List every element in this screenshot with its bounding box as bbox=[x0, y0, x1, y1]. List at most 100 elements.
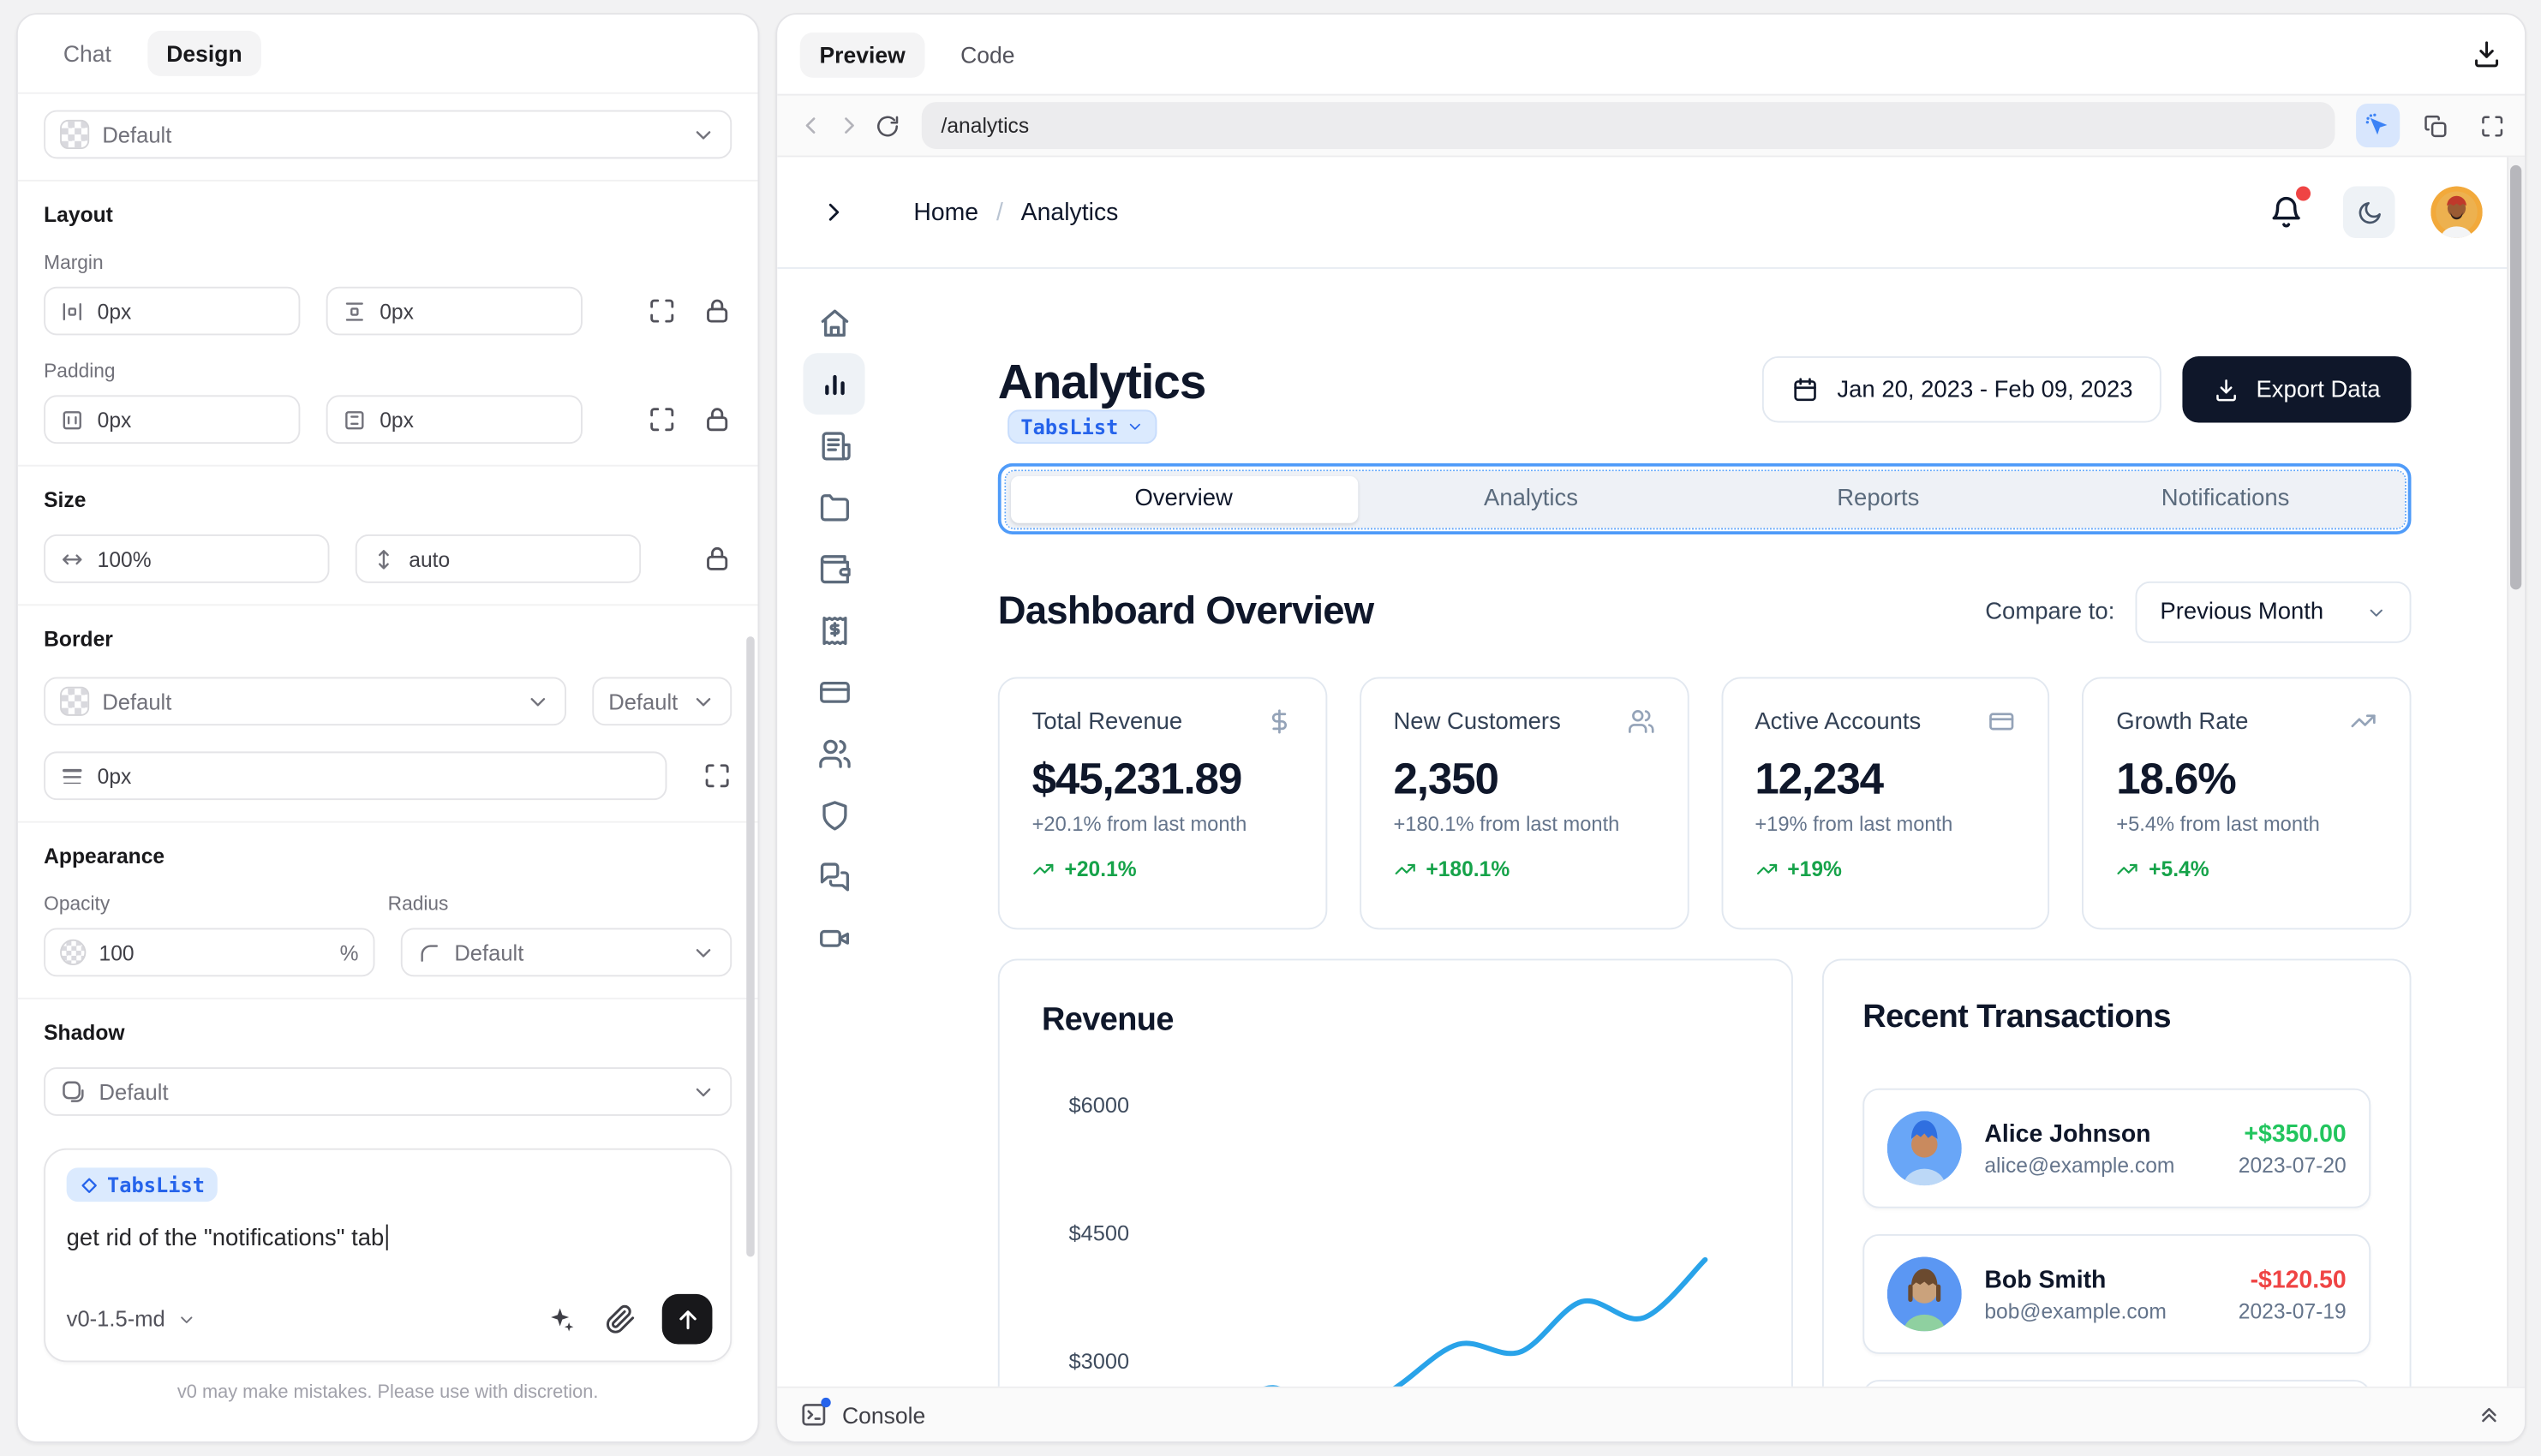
padding-label: Padding bbox=[44, 360, 732, 382]
selected-element-chip[interactable]: TabsList bbox=[67, 1167, 218, 1202]
shadow-select[interactable]: Default bbox=[44, 1067, 732, 1116]
wallet-icon bbox=[817, 552, 852, 586]
video-icon bbox=[817, 921, 852, 955]
dark-mode-toggle[interactable] bbox=[2343, 186, 2395, 238]
tab-code[interactable]: Code bbox=[941, 32, 1034, 77]
model-select[interactable]: v0-1.5-md bbox=[67, 1307, 196, 1331]
tab-preview[interactable]: Preview bbox=[800, 32, 925, 77]
sidebar-item-newspaper[interactable] bbox=[804, 415, 865, 476]
refresh-button[interactable] bbox=[875, 112, 900, 138]
opacity-input[interactable]: 100 % bbox=[44, 928, 374, 977]
attach-file-button[interactable] bbox=[605, 1304, 636, 1334]
sidebar-item-messages[interactable] bbox=[804, 845, 865, 907]
preview-scrollbar-track[interactable] bbox=[2507, 157, 2525, 1386]
metric-card: Total Revenue$45,231.89+20.1% from last … bbox=[998, 677, 1327, 929]
console-activity-dot bbox=[821, 1398, 830, 1407]
date-range-picker[interactable]: Jan 20, 2023 - Feb 09, 2023 bbox=[1762, 356, 2161, 423]
expand-margin-button[interactable] bbox=[648, 296, 677, 325]
lock-padding-button[interactable] bbox=[703, 405, 732, 434]
forward-button[interactable] bbox=[835, 111, 863, 139]
tab-overview[interactable]: Overview bbox=[1010, 475, 1357, 522]
duplicate-button[interactable] bbox=[2423, 112, 2448, 138]
export-data-button[interactable]: Export Data bbox=[2183, 356, 2411, 423]
tab-chat[interactable]: Chat bbox=[44, 31, 130, 76]
padding-x-input[interactable]: 0px bbox=[44, 395, 300, 444]
url-bar[interactable]: /analytics bbox=[922, 102, 2335, 149]
console-bar[interactable]: Console bbox=[777, 1387, 2525, 1441]
fullscreen-button[interactable] bbox=[2479, 112, 2505, 138]
enhance-prompt-button[interactable] bbox=[545, 1304, 576, 1334]
transaction-item[interactable]: Bob Smithbob@example.com-$120.502023-07-… bbox=[1862, 1234, 2371, 1354]
sidebar-item-wallet[interactable] bbox=[804, 538, 865, 600]
transaction-item-partial[interactable] bbox=[1862, 1380, 2371, 1387]
style-preset-select[interactable]: Default bbox=[44, 110, 732, 159]
expand-border-button[interactable] bbox=[703, 761, 732, 791]
chevron-down-icon bbox=[2365, 602, 2387, 624]
v0-workspace: Chat Design Default Layout Margin 0px 0p… bbox=[0, 0, 2541, 1456]
download-project-button[interactable] bbox=[2472, 39, 2502, 69]
sidebar-item-bar-chart[interactable] bbox=[804, 353, 865, 415]
padding-horizontal-icon bbox=[60, 408, 84, 432]
panel-scrollbar[interactable] bbox=[746, 636, 754, 1256]
transaction-item[interactable]: Alice Johnsonalice@example.com+$350.0020… bbox=[1862, 1089, 2371, 1208]
sidebar-item-home[interactable] bbox=[804, 291, 865, 353]
tab-reports[interactable]: Reports bbox=[1705, 475, 2052, 522]
section-title: Dashboard Overview bbox=[998, 589, 1374, 635]
cursor-select-icon bbox=[2365, 113, 2389, 137]
metric-value: 2,350 bbox=[1393, 755, 1653, 805]
margin-x-input[interactable]: 0px bbox=[44, 287, 300, 336]
inspect-mode-button[interactable] bbox=[2356, 104, 2400, 147]
border-width-input[interactable]: 0px bbox=[44, 751, 667, 800]
notifications-button[interactable] bbox=[2269, 194, 2305, 230]
sidebar-item-credit-card[interactable] bbox=[804, 661, 865, 723]
sidebar-item-receipt[interactable] bbox=[804, 600, 865, 661]
metric-trend: +20.1% bbox=[1032, 856, 1293, 880]
sidebar-item-users[interactable] bbox=[804, 722, 865, 784]
border-variant-select[interactable]: Default bbox=[592, 677, 732, 725]
chevron-down-icon bbox=[691, 689, 715, 713]
prompt-composer[interactable]: TabsList get rid of the "notifications" … bbox=[44, 1149, 732, 1363]
corner-radius-icon bbox=[417, 940, 441, 964]
opacity-circle-icon bbox=[60, 940, 86, 965]
radius-select[interactable]: Default bbox=[401, 928, 732, 977]
notification-dot bbox=[2296, 186, 2311, 200]
height-input[interactable]: auto bbox=[356, 534, 641, 583]
width-input[interactable]: 100% bbox=[44, 534, 329, 583]
prompt-input[interactable]: get rid of the "notifications" tab bbox=[67, 1224, 709, 1251]
tab-design[interactable]: Design bbox=[147, 31, 262, 76]
panel-tab-bar: Chat Design bbox=[18, 15, 758, 94]
console-label: Console bbox=[842, 1402, 925, 1428]
app-icon-sidebar bbox=[777, 269, 891, 1387]
metric-value: 18.6% bbox=[2116, 755, 2377, 805]
transaction-avatar bbox=[1887, 1256, 1962, 1331]
size-row: 100% auto bbox=[44, 534, 732, 583]
shield-icon bbox=[817, 797, 852, 832]
style-preset-value: Default bbox=[102, 122, 171, 146]
margin-vertical-icon bbox=[343, 299, 367, 323]
sidebar-item-folder[interactable] bbox=[804, 476, 865, 538]
selected-element-badge[interactable]: TabsList bbox=[1007, 409, 1157, 444]
border-style-select[interactable]: Default bbox=[44, 677, 566, 725]
sidebar-expand-icon[interactable] bbox=[819, 198, 848, 227]
user-avatar[interactable] bbox=[2430, 186, 2483, 238]
users-icon bbox=[1627, 707, 1654, 735]
chevrons-up-icon[interactable] bbox=[2476, 1402, 2502, 1428]
back-button[interactable] bbox=[797, 111, 824, 139]
sidebar-item-video[interactable] bbox=[804, 907, 865, 969]
breadcrumb-home[interactable]: Home bbox=[913, 199, 978, 226]
tab-analytics[interactable]: Analytics bbox=[1357, 475, 1704, 522]
preview-scrollbar-thumb[interactable] bbox=[2510, 165, 2521, 589]
expand-padding-button[interactable] bbox=[648, 405, 677, 434]
sidebar-item-shield[interactable] bbox=[804, 784, 865, 845]
revenue-chart-card: Revenue $6000$4500$3000 bbox=[998, 958, 1793, 1386]
tab-notifications[interactable]: Notifications bbox=[2052, 475, 2399, 522]
opacity-label: Opacity bbox=[44, 892, 388, 915]
send-prompt-button[interactable] bbox=[662, 1294, 713, 1345]
padding-y-input[interactable]: 0px bbox=[326, 395, 583, 444]
tabslist: OverviewAnalyticsReportsNotifications bbox=[1005, 470, 2404, 527]
lock-margin-button[interactable] bbox=[703, 296, 732, 325]
margin-horizontal-icon bbox=[60, 299, 84, 323]
margin-y-input[interactable]: 0px bbox=[326, 287, 583, 336]
lock-size-button[interactable] bbox=[703, 544, 732, 573]
compare-select[interactable]: Previous Month bbox=[2136, 582, 2412, 643]
